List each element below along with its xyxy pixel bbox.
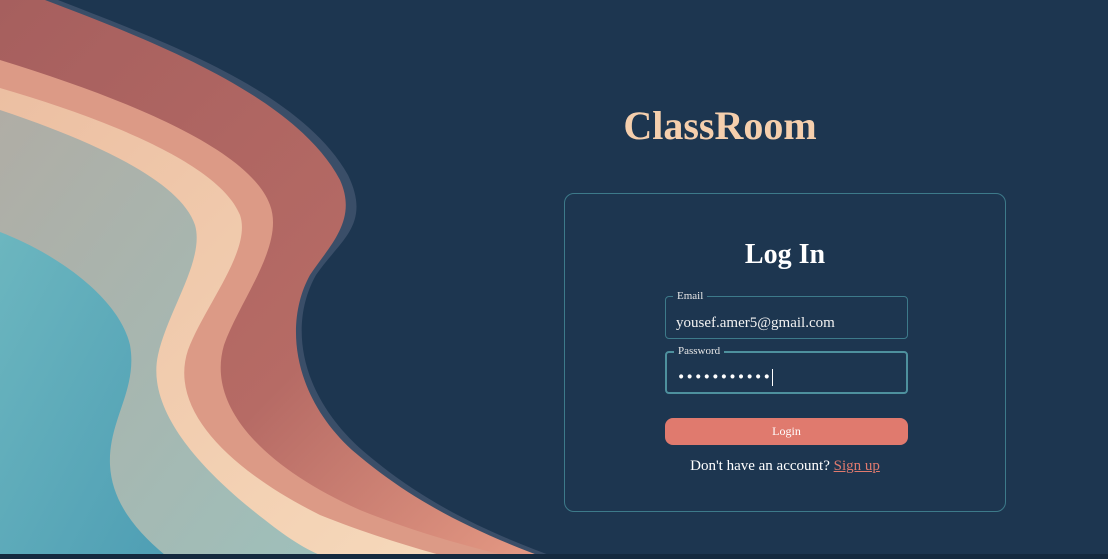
password-label: Password [678, 345, 721, 357]
login-card: Log In Email yousef.amer5@gmail.com Pass… [564, 193, 1006, 512]
email-label: Email [677, 290, 704, 302]
login-button[interactable]: Login [665, 418, 908, 445]
decorative-wave-illustration [0, 0, 560, 559]
signup-prompt: Don't have an account? [690, 458, 830, 474]
bottom-strip [0, 554, 1108, 559]
signup-prompt-line: Don't have an account? Sign up [565, 458, 1005, 475]
email-value[interactable]: yousef.amer5@gmail.com [676, 315, 835, 332]
app-title: ClassRoom [623, 103, 817, 148]
email-field[interactable]: Email yousef.amer5@gmail.com [665, 291, 908, 339]
signup-link[interactable]: Sign up [834, 458, 880, 474]
login-heading: Log In [744, 239, 826, 270]
password-value[interactable]: ••••••••••• [677, 369, 774, 386]
password-mask: ••••••••••• [677, 369, 772, 386]
text-caret [772, 369, 774, 386]
login-page: ClassRoom Log In Email yousef.amer5@gmai… [0, 0, 1108, 559]
password-field[interactable]: Password ••••••••••• [665, 346, 908, 394]
